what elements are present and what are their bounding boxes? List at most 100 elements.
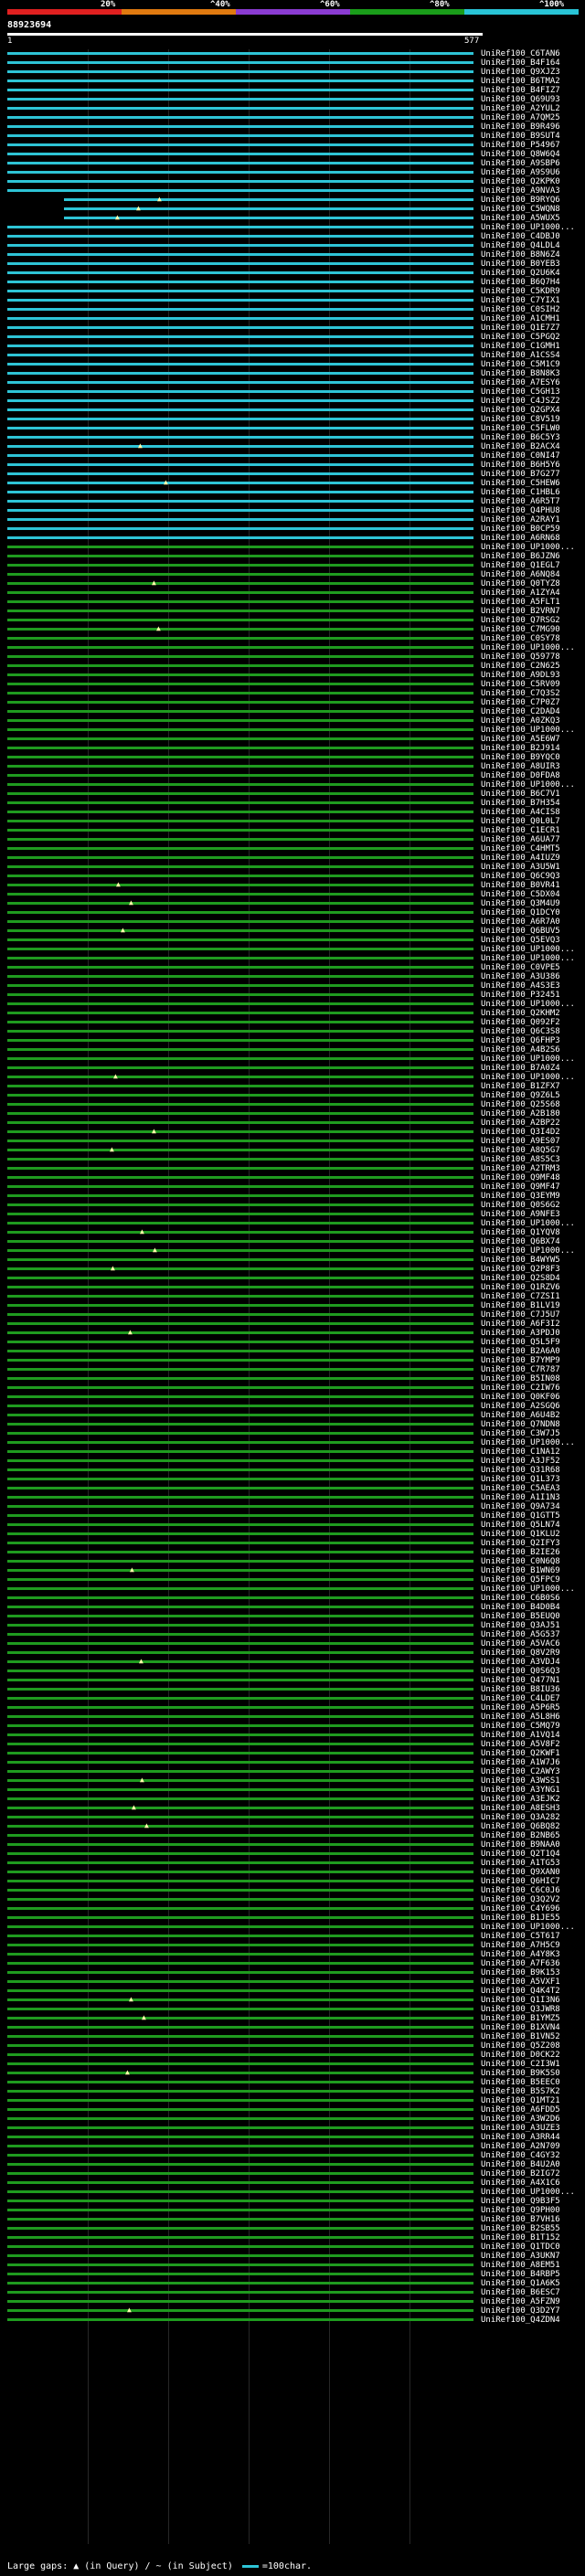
hit-row[interactable]: UniRef100_A6R5T7 <box>0 497 585 506</box>
hit-row[interactable]: UniRef100_Q5LN74 <box>0 1521 585 1530</box>
hit-row[interactable]: UniRef100_Q0S6Q3 <box>0 1667 585 1676</box>
hit-label[interactable]: UniRef100_A9NFE3 <box>481 1210 560 1219</box>
hit-row[interactable]: UniRef100_A9NFE3 <box>0 1210 585 1219</box>
hit-row[interactable]: ▲ UniRef100_A8Q5G7 <box>0 1145 585 1155</box>
hit-label[interactable]: UniRef100_B5S7K2 <box>481 2087 560 2096</box>
hit-label[interactable]: UniRef100_A3UKN7 <box>481 2252 560 2261</box>
hit-label[interactable]: UniRef100_P32451 <box>481 991 560 1000</box>
hit-row[interactable]: UniRef100_B4D0B4 <box>0 1603 585 1612</box>
hit-row[interactable]: UniRef100_B6Q7H4 <box>0 278 585 287</box>
hit-row[interactable]: UniRef100_B1XVN4 <box>0 2023 585 2032</box>
hit-row[interactable]: UniRef100_C1ECR1 <box>0 826 585 835</box>
hit-label[interactable]: UniRef100_C0N6Q8 <box>481 1557 560 1566</box>
hit-label[interactable]: UniRef100_C7P0Z7 <box>481 698 560 707</box>
hit-row[interactable]: UniRef100_C7ZSI1 <box>0 1292 585 1301</box>
hit-label[interactable]: UniRef100_B9K153 <box>481 1968 560 1977</box>
hit-label[interactable]: UniRef100_Q2S8D4 <box>481 1274 560 1283</box>
hit-label[interactable]: UniRef100_Q0TYZ8 <box>481 579 560 588</box>
hit-label[interactable]: UniRef100_Q2GPX4 <box>481 406 560 415</box>
hit-row[interactable]: UniRef100_C7Q3S2 <box>0 689 585 698</box>
hit-row[interactable]: UniRef100_A1I1N3 <box>0 1493 585 1502</box>
hit-row[interactable]: UniRef100_C5PGQ2 <box>0 333 585 342</box>
hit-label[interactable]: UniRef100_A9S9U6 <box>481 168 560 177</box>
hit-label[interactable]: UniRef100_C1ECR1 <box>481 826 560 835</box>
hit-label[interactable]: UniRef100_C4Y696 <box>481 1904 560 1913</box>
hit-label[interactable]: UniRef100_B9NAA0 <box>481 1840 560 1850</box>
hit-label[interactable]: UniRef100_Q3I4D2 <box>481 1128 560 1137</box>
hit-row[interactable]: UniRef100_Q9PH00 <box>0 2206 585 2215</box>
hit-row[interactable]: UniRef100_A9S9U6 <box>0 168 585 177</box>
hit-label[interactable]: UniRef100_Q4LDL4 <box>481 241 560 250</box>
hit-label[interactable]: UniRef100_Q7RSG2 <box>481 616 560 625</box>
hit-row[interactable]: UniRef100_A5L8H6 <box>0 1712 585 1722</box>
hit-row[interactable]: UniRef100_A4CIS8 <box>0 808 585 817</box>
hit-row[interactable]: UniRef100_Q9XAN0 <box>0 1868 585 1877</box>
hit-row[interactable]: UniRef100_A1VQ14 <box>0 1731 585 1740</box>
hit-label[interactable]: UniRef100_B1VN52 <box>481 2032 560 2041</box>
hit-row[interactable]: UniRef100_B6ESC7 <box>0 2288 585 2297</box>
hit-row[interactable]: UniRef100_Q25S68 <box>0 1100 585 1109</box>
hit-label[interactable]: UniRef100_B8N8K3 <box>481 369 560 378</box>
hit-row[interactable]: UniRef100_A3UZE3 <box>0 2124 585 2133</box>
hit-row[interactable]: UniRef100_B1VN52 <box>0 2032 585 2041</box>
hit-row[interactable]: UniRef100_C0NI47 <box>0 451 585 461</box>
hit-label[interactable]: UniRef100_Q3EYM9 <box>481 1192 560 1201</box>
hit-row[interactable]: UniRef100_C1GMH1 <box>0 342 585 351</box>
hit-label[interactable]: UniRef100_A5WUX5 <box>481 214 560 223</box>
hit-label[interactable]: UniRef100_A2B180 <box>481 1109 560 1118</box>
hit-row[interactable]: UniRef100_B6C7V1 <box>0 790 585 799</box>
hit-label[interactable]: UniRef100_C6B0S6 <box>481 1594 560 1603</box>
hit-label[interactable]: UniRef100_A8Q5G7 <box>481 1146 560 1155</box>
hit-label[interactable]: UniRef100_A7ESY6 <box>481 378 560 387</box>
hit-label[interactable]: UniRef100_C7Q3S2 <box>481 689 560 698</box>
hit-label[interactable]: UniRef100_Q9Z6L5 <box>481 1091 560 1100</box>
hit-row[interactable]: UniRef100_C0VPE5 <box>0 963 585 972</box>
hit-label[interactable]: UniRef100_Q477N1 <box>481 1676 560 1685</box>
hit-row[interactable]: UniRef100_A3EJK2 <box>0 1795 585 1804</box>
hit-row[interactable]: UniRef100_A3W2D6 <box>0 2115 585 2124</box>
hit-label[interactable]: UniRef100_Q1TDC0 <box>481 2242 560 2252</box>
hit-row[interactable]: UniRef100_B1JE55 <box>0 1913 585 1923</box>
hit-label[interactable]: UniRef100_C4DBJ0 <box>481 232 560 241</box>
hit-row[interactable]: UniRef100_A6RN68 <box>0 534 585 543</box>
hit-row[interactable]: UniRef100_A3JF52 <box>0 1457 585 1466</box>
hit-row[interactable]: UniRef100_A1W7J6 <box>0 1758 585 1767</box>
hit-row[interactable]: UniRef100_Q5EVQ3 <box>0 936 585 945</box>
hit-label[interactable]: UniRef100_B2IE26 <box>481 1548 560 1557</box>
hit-row[interactable]: UniRef100_Q9Z6L5 <box>0 1091 585 1100</box>
hit-label[interactable]: UniRef100_Q1GTT5 <box>481 1511 560 1521</box>
hit-row[interactable]: UniRef100_Q1A6K5 <box>0 2279 585 2288</box>
hit-label[interactable]: UniRef100_C2I3W1 <box>481 2060 560 2069</box>
hit-row[interactable]: UniRef100_Q6FHP3 <box>0 1036 585 1045</box>
hit-row[interactable]: UniRef100_A5V8F2 <box>0 1740 585 1749</box>
hit-label[interactable]: UniRef100_Q1DCY0 <box>481 908 560 917</box>
hit-label[interactable]: UniRef100_C4JSZ2 <box>481 397 560 406</box>
hit-row[interactable]: UniRef100_Q8W6Q4 <box>0 150 585 159</box>
hit-label[interactable]: UniRef100_UP1000... <box>481 2188 575 2197</box>
hit-label[interactable]: UniRef100_A4IUZ9 <box>481 853 560 863</box>
hit-row[interactable]: UniRef100_C2N625 <box>0 662 585 671</box>
hit-row[interactable]: UniRef100_Q1KLU2 <box>0 1530 585 1539</box>
hit-label[interactable]: UniRef100_UP1000... <box>481 543 575 552</box>
hit-label[interactable]: UniRef100_A1CSS4 <box>481 351 560 360</box>
hit-row[interactable]: UniRef100_Q3A282 <box>0 1813 585 1822</box>
hit-label[interactable]: UniRef100_UP1000... <box>481 1000 575 1009</box>
hit-row[interactable]: ▲ UniRef100_Q3D2Y7 <box>0 2306 585 2316</box>
hit-row[interactable]: UniRef100_Q7NDN8 <box>0 1420 585 1429</box>
hit-label[interactable]: UniRef100_B2NB65 <box>481 1831 560 1840</box>
hit-label[interactable]: UniRef100_C7ZSI1 <box>481 1292 560 1301</box>
hit-row[interactable]: UniRef100_A8S5C3 <box>0 1155 585 1164</box>
hit-row[interactable]: UniRef100_B8N8K3 <box>0 369 585 378</box>
hit-label[interactable]: UniRef100_A1VQ14 <box>481 1731 560 1740</box>
hit-label[interactable]: UniRef100_Q5L5F9 <box>481 1338 560 1347</box>
hit-label[interactable]: UniRef100_C6TAN6 <box>481 49 560 58</box>
hit-label[interactable]: UniRef100_Q5EVQ3 <box>481 936 560 945</box>
hit-row[interactable]: UniRef100_C5DX04 <box>0 890 585 899</box>
hit-row[interactable]: UniRef100_C7J5U7 <box>0 1310 585 1320</box>
hit-row[interactable]: UniRef100_B7A0Z4 <box>0 1064 585 1073</box>
hit-label[interactable]: UniRef100_A0ZKQ3 <box>481 716 560 726</box>
hit-label[interactable]: UniRef100_B2SB55 <box>481 2224 560 2233</box>
hit-label[interactable]: UniRef100_A6R5T7 <box>481 497 560 506</box>
hit-row[interactable]: UniRef100_B1T152 <box>0 2233 585 2242</box>
hit-label[interactable]: UniRef100_UP1000... <box>481 1055 575 1064</box>
